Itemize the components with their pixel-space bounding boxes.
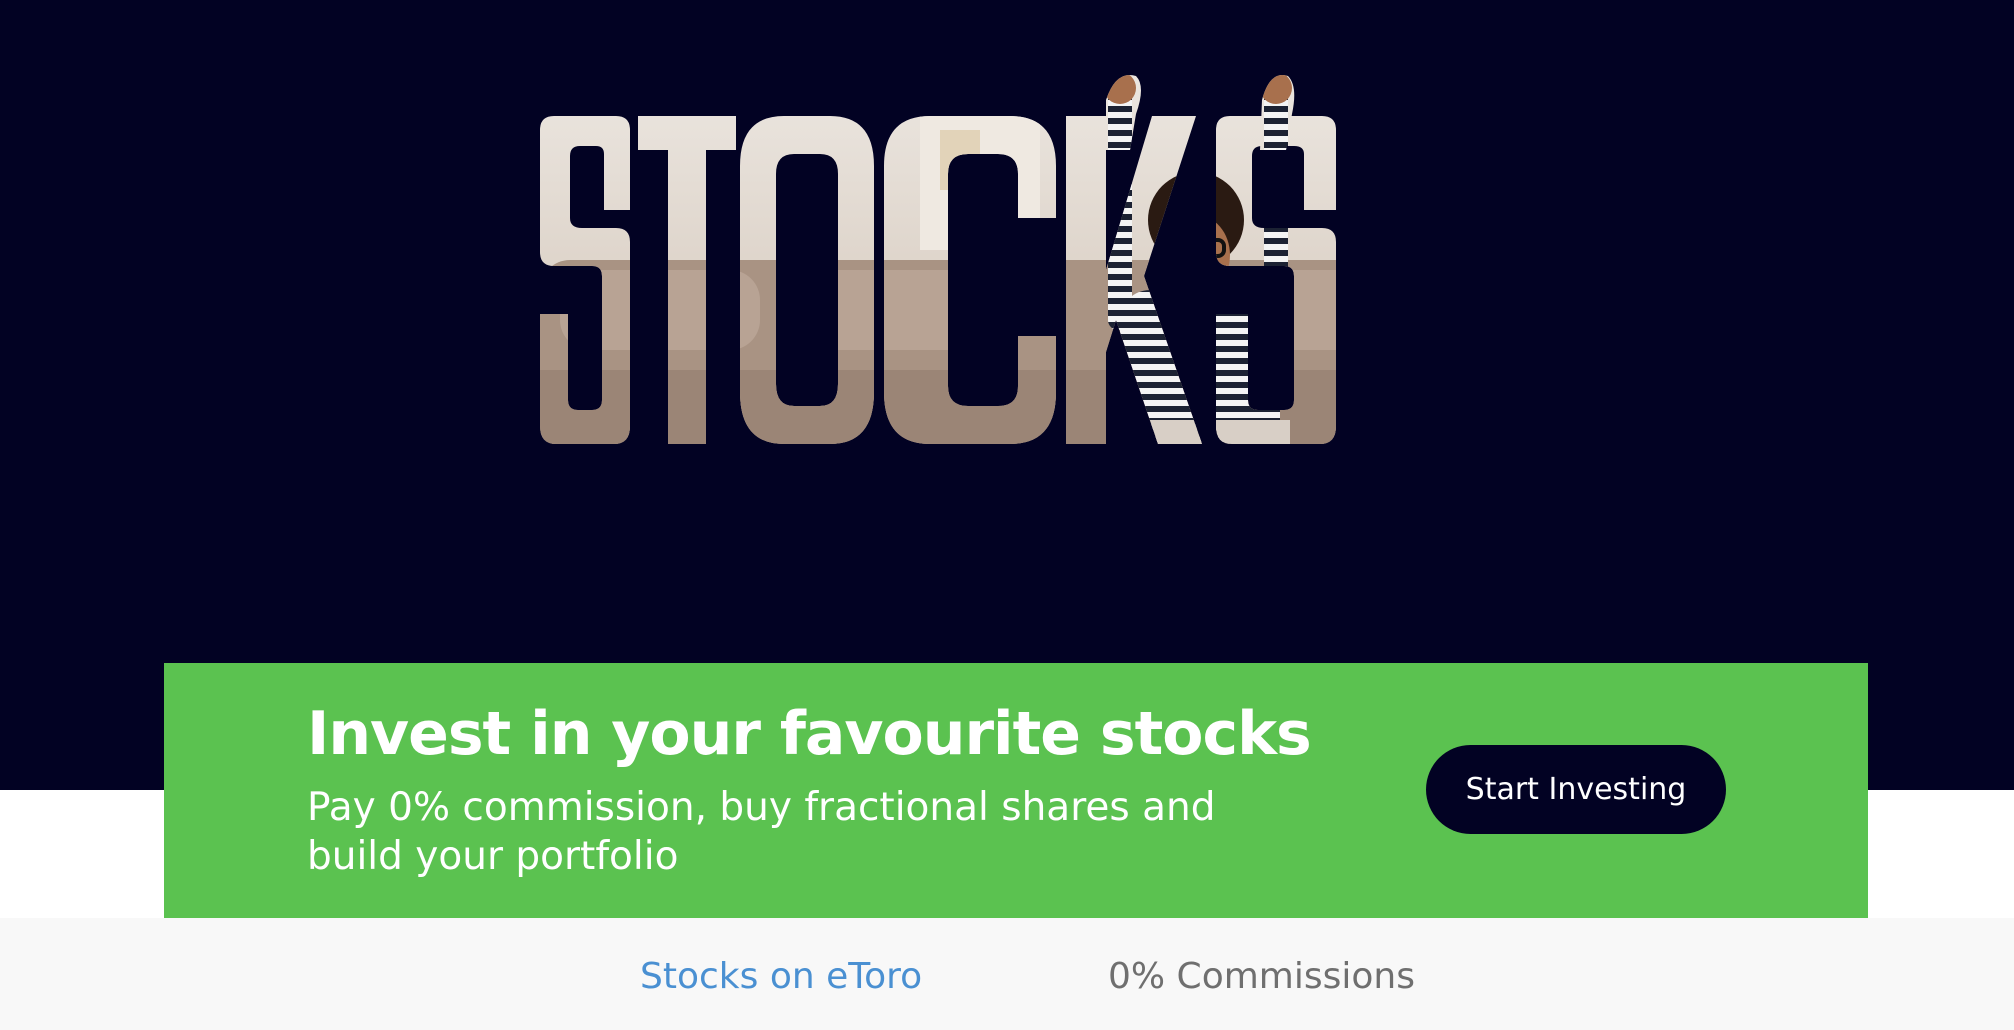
start-investing-button[interactable]: Start Investing <box>1426 745 1726 834</box>
promo-subtitle: Pay 0% commission, buy fractional shares… <box>307 785 1216 879</box>
tab-bar: Stocks on eToro 0% Commissions <box>0 918 2014 1030</box>
stocks-hero-image <box>540 75 1336 444</box>
promo-title: Invest in your favourite stocks <box>307 699 1312 769</box>
tab-0-percent-commissions[interactable]: 0% Commissions <box>1108 956 1415 997</box>
promo-banner: Invest in your favourite stocks Pay 0% c… <box>164 663 1868 918</box>
tab-stocks-on-etoro[interactable]: Stocks on eToro <box>640 956 922 997</box>
